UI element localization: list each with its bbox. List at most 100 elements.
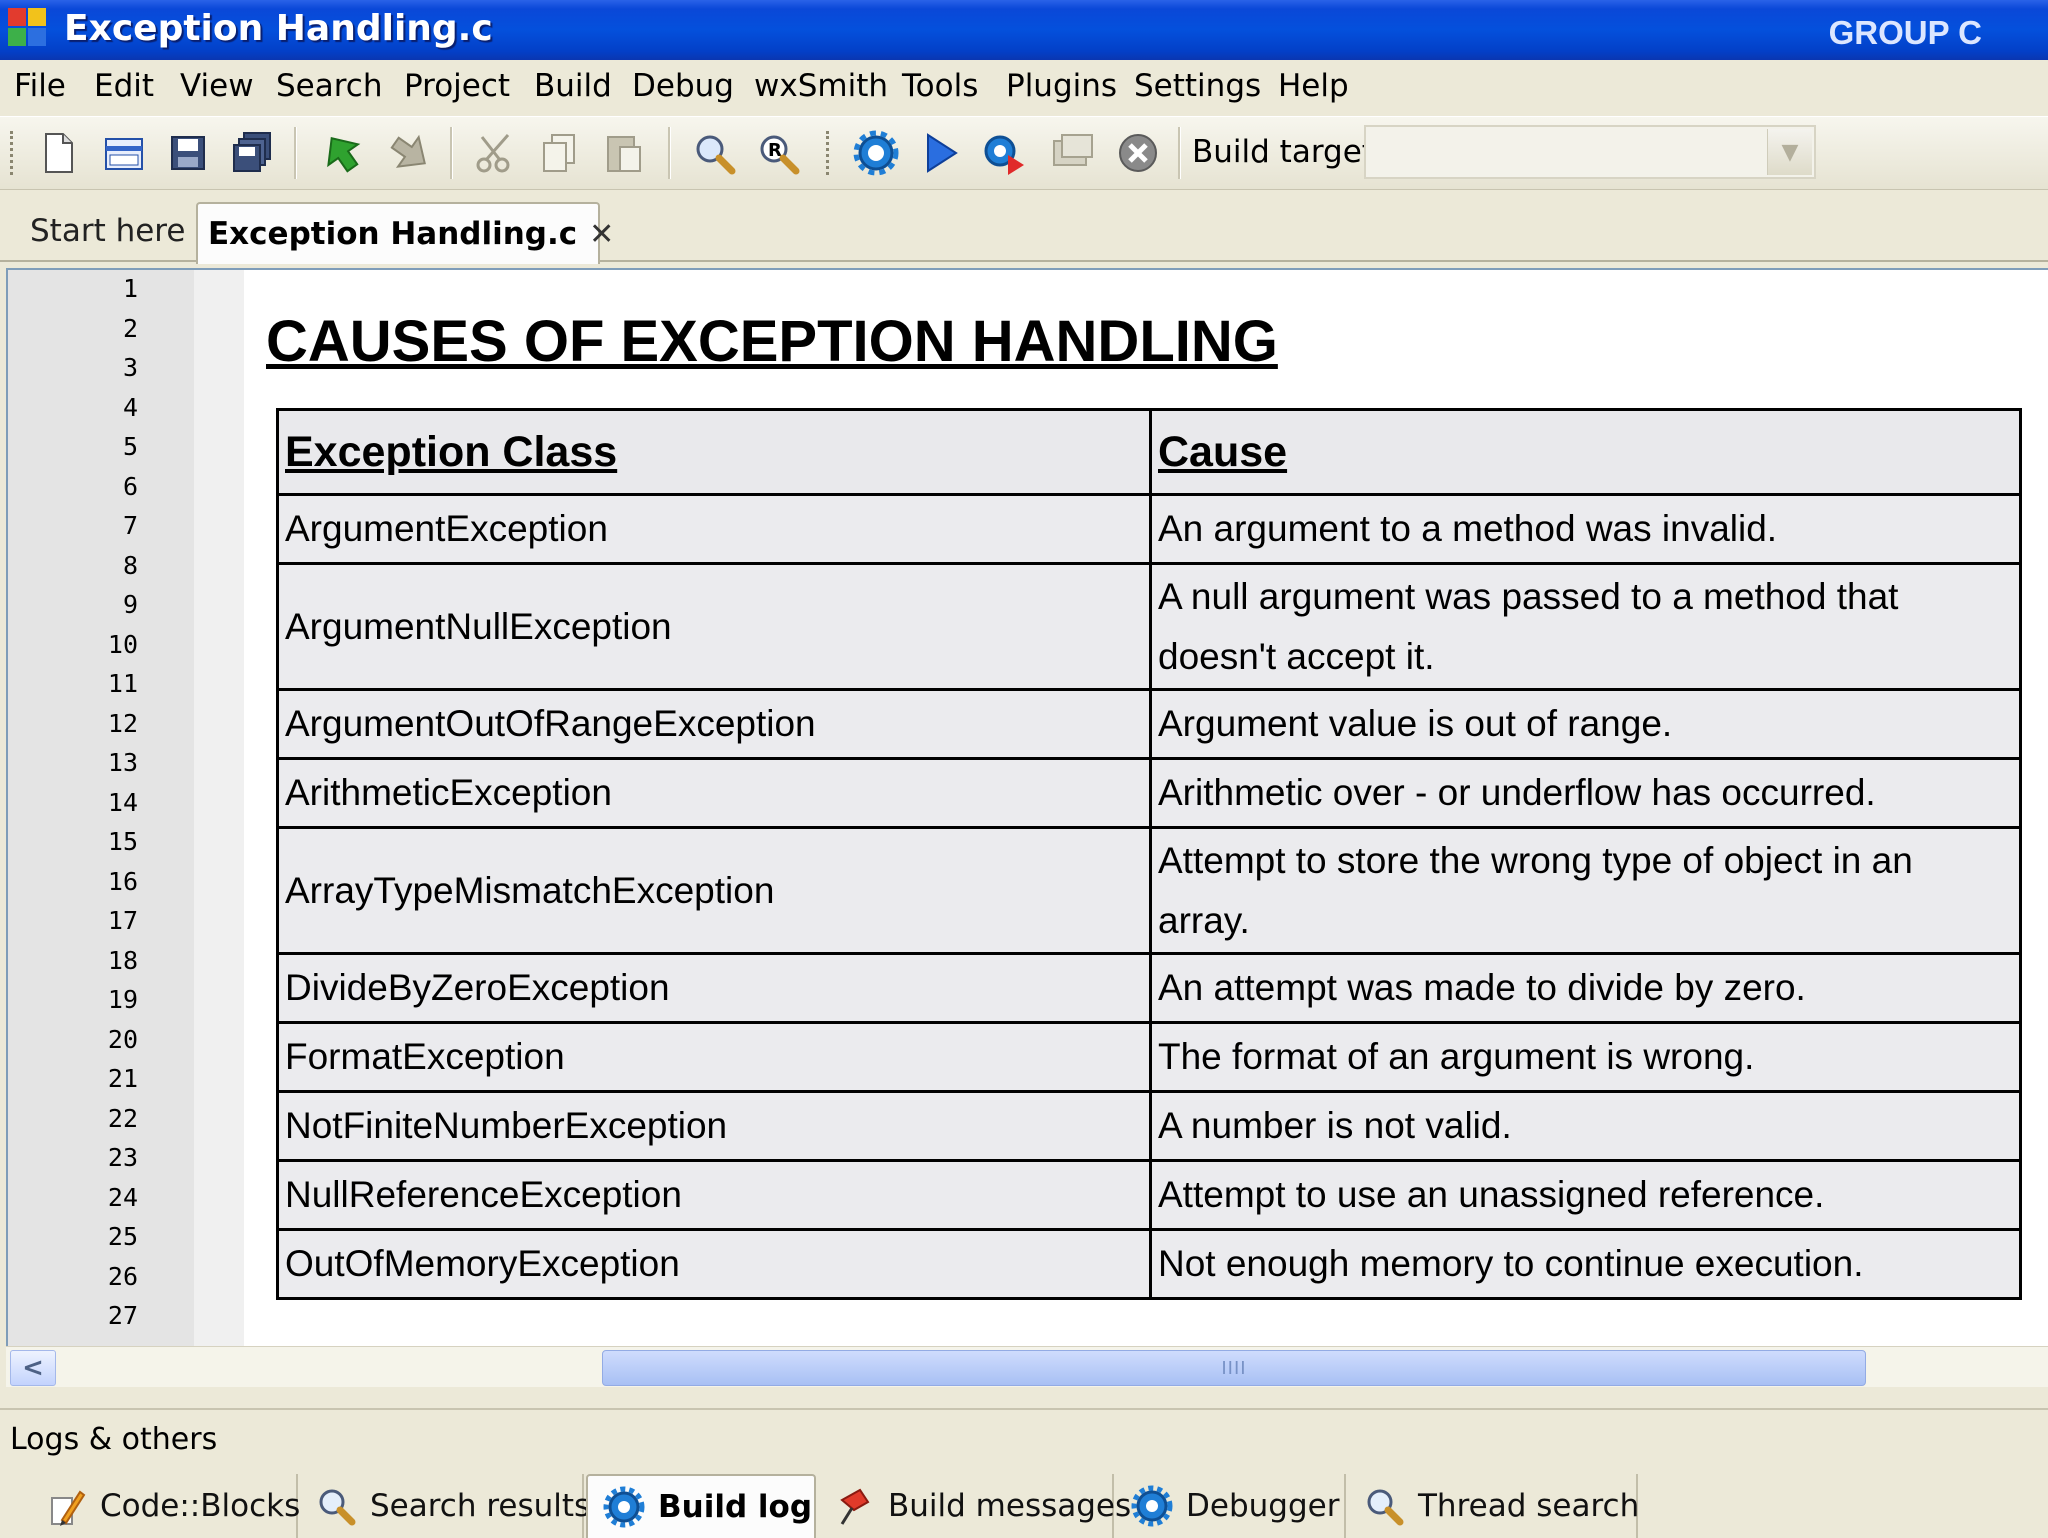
abort-icon[interactable]: [1114, 129, 1162, 177]
toolbar-separator: [294, 127, 297, 179]
menu-view[interactable]: View: [180, 68, 254, 104]
line-number: 14: [107, 787, 138, 817]
line-number: 6: [122, 471, 138, 501]
menu-bar: File Edit View Search Project Build Debu…: [0, 60, 2048, 117]
table-cell: ArgumentNullException: [276, 562, 1152, 691]
paste-icon[interactable]: [600, 129, 648, 177]
group-label: GROUP C: [1828, 14, 1982, 51]
horizontal-scrollbar[interactable]: < IIII: [6, 1346, 2048, 1387]
tab-search-results[interactable]: Search results: [300, 1474, 590, 1538]
line-number: 24: [107, 1182, 138, 1212]
table-cell: Argument value is out of range.: [1149, 688, 2022, 760]
table-cell: ArithmeticException: [276, 757, 1152, 829]
build-gear-icon[interactable]: [852, 129, 900, 177]
table-cell: FormatException: [276, 1021, 1152, 1093]
chevron-down-icon[interactable]: ▼: [1767, 129, 1812, 175]
table-cell: DivideByZeroException: [276, 952, 1152, 1024]
table-row: DivideByZeroException An attempt was mad…: [276, 952, 2022, 1024]
table-row: NullReferenceException Attempt to use an…: [276, 1159, 2022, 1231]
tab-label: Debugger: [1186, 1488, 1340, 1524]
line-number: 13: [107, 748, 138, 777]
build-and-run-icon[interactable]: [980, 129, 1028, 177]
toolbar-grip[interactable]: [10, 131, 17, 175]
menu-debug[interactable]: Debug: [632, 68, 734, 104]
line-number: 7: [122, 511, 138, 540]
pushpin-icon: [840, 1488, 870, 1525]
menu-plugins[interactable]: Plugins: [1006, 68, 1117, 104]
grip-icon: IIII: [1221, 1357, 1247, 1379]
menu-build[interactable]: Build: [534, 68, 612, 104]
save-all-icon[interactable]: [228, 129, 276, 177]
tab-label: Exception Handling.c: [208, 216, 578, 252]
menu-wxsmith[interactable]: wxSmith: [754, 68, 888, 104]
table-row: ArgumentNullException A null argument wa…: [276, 562, 2022, 691]
menu-help[interactable]: Help: [1278, 68, 1349, 104]
menu-edit[interactable]: Edit: [94, 68, 154, 104]
table-cell: Arithmetic over - or underflow has occur…: [1149, 757, 2022, 829]
magnifier-icon: [1367, 1489, 1404, 1526]
page-title: CAUSES OF EXCEPTION HANDLING: [266, 309, 1278, 374]
table-row: ArithmeticException Arithmetic over - or…: [276, 757, 2022, 829]
toolbar-separator: [450, 127, 453, 179]
rebuild-icon[interactable]: [1048, 129, 1096, 177]
menu-file[interactable]: File: [14, 68, 66, 104]
tab-build-messages[interactable]: Build messages: [818, 1474, 1131, 1538]
close-icon[interactable]: ✕: [589, 217, 614, 252]
line-number: 20: [107, 1024, 138, 1054]
table-cell: ArgumentException: [276, 493, 1152, 565]
scrollbar-thumb[interactable]: IIII: [602, 1350, 1866, 1386]
codeblocks-app-icon[interactable]: [8, 8, 48, 48]
table-row: FormatException The format of an argumen…: [276, 1021, 2022, 1093]
exception-table: Exception Class Cause ArgumentException …: [276, 408, 2022, 1300]
tab-build-log[interactable]: Build log: [586, 1474, 816, 1538]
save-icon[interactable]: [164, 129, 212, 177]
table-cell: ArgumentOutOfRangeException: [276, 688, 1152, 760]
replace-icon[interactable]: R: [754, 129, 802, 177]
line-number: 9: [122, 590, 138, 619]
tab-exception-handling[interactable]: Exception Handling.c ✕: [196, 202, 614, 264]
menu-settings[interactable]: Settings: [1134, 68, 1261, 104]
new-file-icon[interactable]: [34, 129, 82, 177]
table-row: ArgumentException An argument to a metho…: [276, 493, 2022, 565]
tab-label: Build log: [658, 1489, 813, 1525]
editor-area[interactable]: 1 2 3 4 5 6 7 8 9 10 11 12 13 14 15 16 17 18 19 20 21 22 23 24 2…: [6, 268, 2048, 1348]
build-target-label: Build target:: [1192, 134, 1385, 170]
menu-project[interactable]: Project: [404, 68, 510, 104]
line-number: 16: [107, 866, 138, 896]
tab-start-here[interactable]: Start here: [20, 202, 194, 260]
editor-tabstrip: Start here Exception Handling.c ✕: [0, 190, 2048, 264]
table-cell: An attempt was made to divide by zero.: [1149, 952, 2022, 1024]
scroll-left-button[interactable]: <: [10, 1350, 56, 1386]
line-number: 8: [122, 550, 138, 580]
table-cell: Attempt to store the wrong type of objec…: [1149, 826, 2022, 955]
copy-icon[interactable]: [536, 129, 584, 177]
table-cell: OutOfMemoryException: [276, 1228, 1152, 1300]
build-target-select[interactable]: ▼: [1364, 125, 1816, 179]
tab-thread-search[interactable]: Thread search: [1348, 1474, 1640, 1538]
line-number: 10: [107, 629, 138, 659]
toolbar-grip[interactable]: [826, 131, 833, 175]
table-header-cell: Exception Class: [276, 408, 1152, 496]
line-number: 15: [107, 827, 138, 856]
tab-debugger[interactable]: Debugger: [1116, 1474, 1346, 1538]
find-icon[interactable]: [690, 129, 738, 177]
table-cell: ArrayTypeMismatchException: [276, 826, 1152, 955]
line-number: 22: [107, 1103, 138, 1133]
redo-icon[interactable]: [386, 129, 434, 177]
tab-codeblocks-log[interactable]: Code::Blocks: [30, 1474, 300, 1538]
menu-tools[interactable]: Tools: [902, 68, 978, 104]
cut-icon[interactable]: [472, 129, 520, 177]
tab-label: Thread search: [1418, 1488, 1640, 1524]
undo-icon[interactable]: [318, 129, 366, 177]
line-number: 5: [122, 432, 138, 461]
logs-panel: Logs & others Code::Blocks Search result…: [0, 1408, 2048, 1538]
table-cell: Attempt to use an unassigned reference.: [1149, 1159, 2022, 1231]
open-file-icon[interactable]: [100, 129, 148, 177]
run-icon[interactable]: [916, 129, 964, 177]
table-cell: Not enough memory to continue execution.: [1149, 1228, 2022, 1300]
menu-search[interactable]: Search: [276, 68, 383, 104]
logs-panel-title: Logs & others: [10, 1422, 218, 1457]
tab-label: Start here: [30, 213, 186, 249]
table-header-cell: Cause: [1149, 408, 2022, 496]
tab-label: Search results: [370, 1488, 591, 1524]
